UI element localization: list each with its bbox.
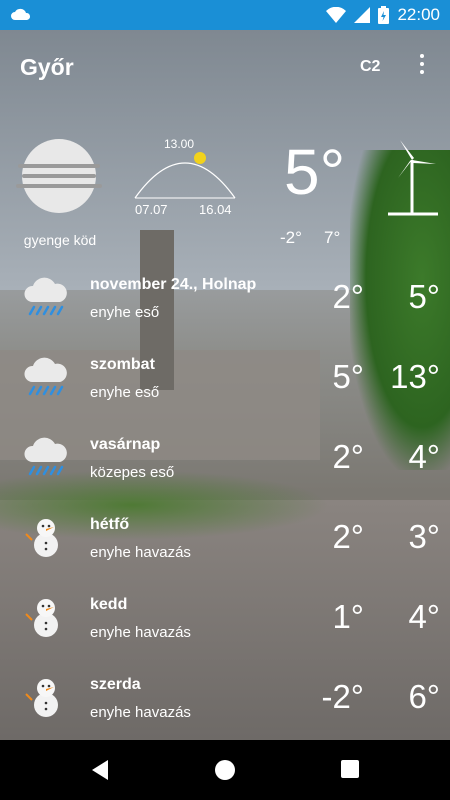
forecast-max-temp: 3° xyxy=(408,518,440,555)
forecast-day: szombat xyxy=(90,356,155,373)
forecast-min-temp: 1° xyxy=(332,598,364,635)
forecast-condition: enyhe havazás xyxy=(90,704,191,721)
forecast-condition: enyhe eső xyxy=(90,304,160,321)
forecast-min-temp: -2° xyxy=(321,678,364,715)
recents-icon[interactable] xyxy=(341,760,359,778)
status-time: 22:00 xyxy=(397,5,440,24)
home-icon[interactable] xyxy=(215,760,235,780)
forecast-min-temp: 2° xyxy=(332,438,364,475)
forecast-day: vasárnap xyxy=(90,436,161,453)
forecast-max-temp: 4° xyxy=(408,438,440,475)
sunset-time: 16.04 xyxy=(199,202,232,217)
snowman-icon xyxy=(22,594,70,638)
forecast-row[interactable]: november 24., Holnap enyhe eső 2° 5° xyxy=(0,270,450,340)
forecast-condition: közepes eső xyxy=(90,464,175,481)
status-bar: 22:00 xyxy=(0,0,450,30)
cloud-notification-icon xyxy=(11,8,31,20)
fog-icon xyxy=(16,139,102,213)
sun-icon xyxy=(194,152,206,164)
current-max-temp: 7° xyxy=(324,228,341,247)
snowman-icon xyxy=(22,514,70,558)
current-min-temp: -2° xyxy=(280,228,302,247)
wind-turbine-icon xyxy=(388,140,438,216)
forecast-max-temp: 4° xyxy=(408,598,440,635)
forecast-max-temp: 6° xyxy=(408,678,440,715)
current-description: gyenge köd xyxy=(23,232,97,248)
forecast-row[interactable]: szerda enyhe havazás -2° 6° xyxy=(0,670,450,740)
wifi-icon xyxy=(326,7,347,23)
navigation-bar xyxy=(0,740,450,800)
current-temperature: 5° xyxy=(284,136,346,208)
forecast-condition: enyhe eső xyxy=(90,384,160,401)
city-name[interactable]: Győr xyxy=(20,54,74,81)
rain-cloud-icon xyxy=(22,274,70,318)
overflow-menu-icon[interactable] xyxy=(418,54,426,78)
forecast-day: kedd xyxy=(90,596,128,613)
forecast-min-temp: 5° xyxy=(332,358,364,395)
back-icon[interactable] xyxy=(90,760,110,780)
battery-icon xyxy=(378,6,390,24)
forecast-min-temp: 2° xyxy=(332,518,364,555)
forecast-day: hétfő xyxy=(90,516,130,533)
solar-noon: 13.00 xyxy=(164,137,195,151)
snowman-icon xyxy=(22,674,70,718)
forecast-min-temp: 2° xyxy=(332,278,364,315)
rain-cloud-icon xyxy=(22,354,70,398)
forecast-max-temp: 13° xyxy=(390,358,440,395)
rain-cloud-icon xyxy=(22,434,70,478)
forecast-condition: enyhe havazás xyxy=(90,544,191,561)
forecast-condition: enyhe havazás xyxy=(90,624,191,641)
forecast-row[interactable]: kedd enyhe havazás 1° 4° xyxy=(0,590,450,660)
sunrise-time: 07.07 xyxy=(135,202,168,217)
signal-icon xyxy=(354,7,371,23)
forecast-day: szerda xyxy=(90,676,141,693)
forecast-max-temp: 5° xyxy=(408,278,440,315)
unit-toggle-button[interactable]: C2 xyxy=(360,58,380,76)
forecast-row[interactable]: szombat enyhe eső 5° 13° xyxy=(0,350,450,420)
forecast-row[interactable]: hétfő enyhe havazás 2° 3° xyxy=(0,510,450,580)
forecast-row[interactable]: vasárnap közepes eső 2° 4° xyxy=(0,430,450,500)
forecast-day: november 24., Holnap xyxy=(90,276,257,293)
